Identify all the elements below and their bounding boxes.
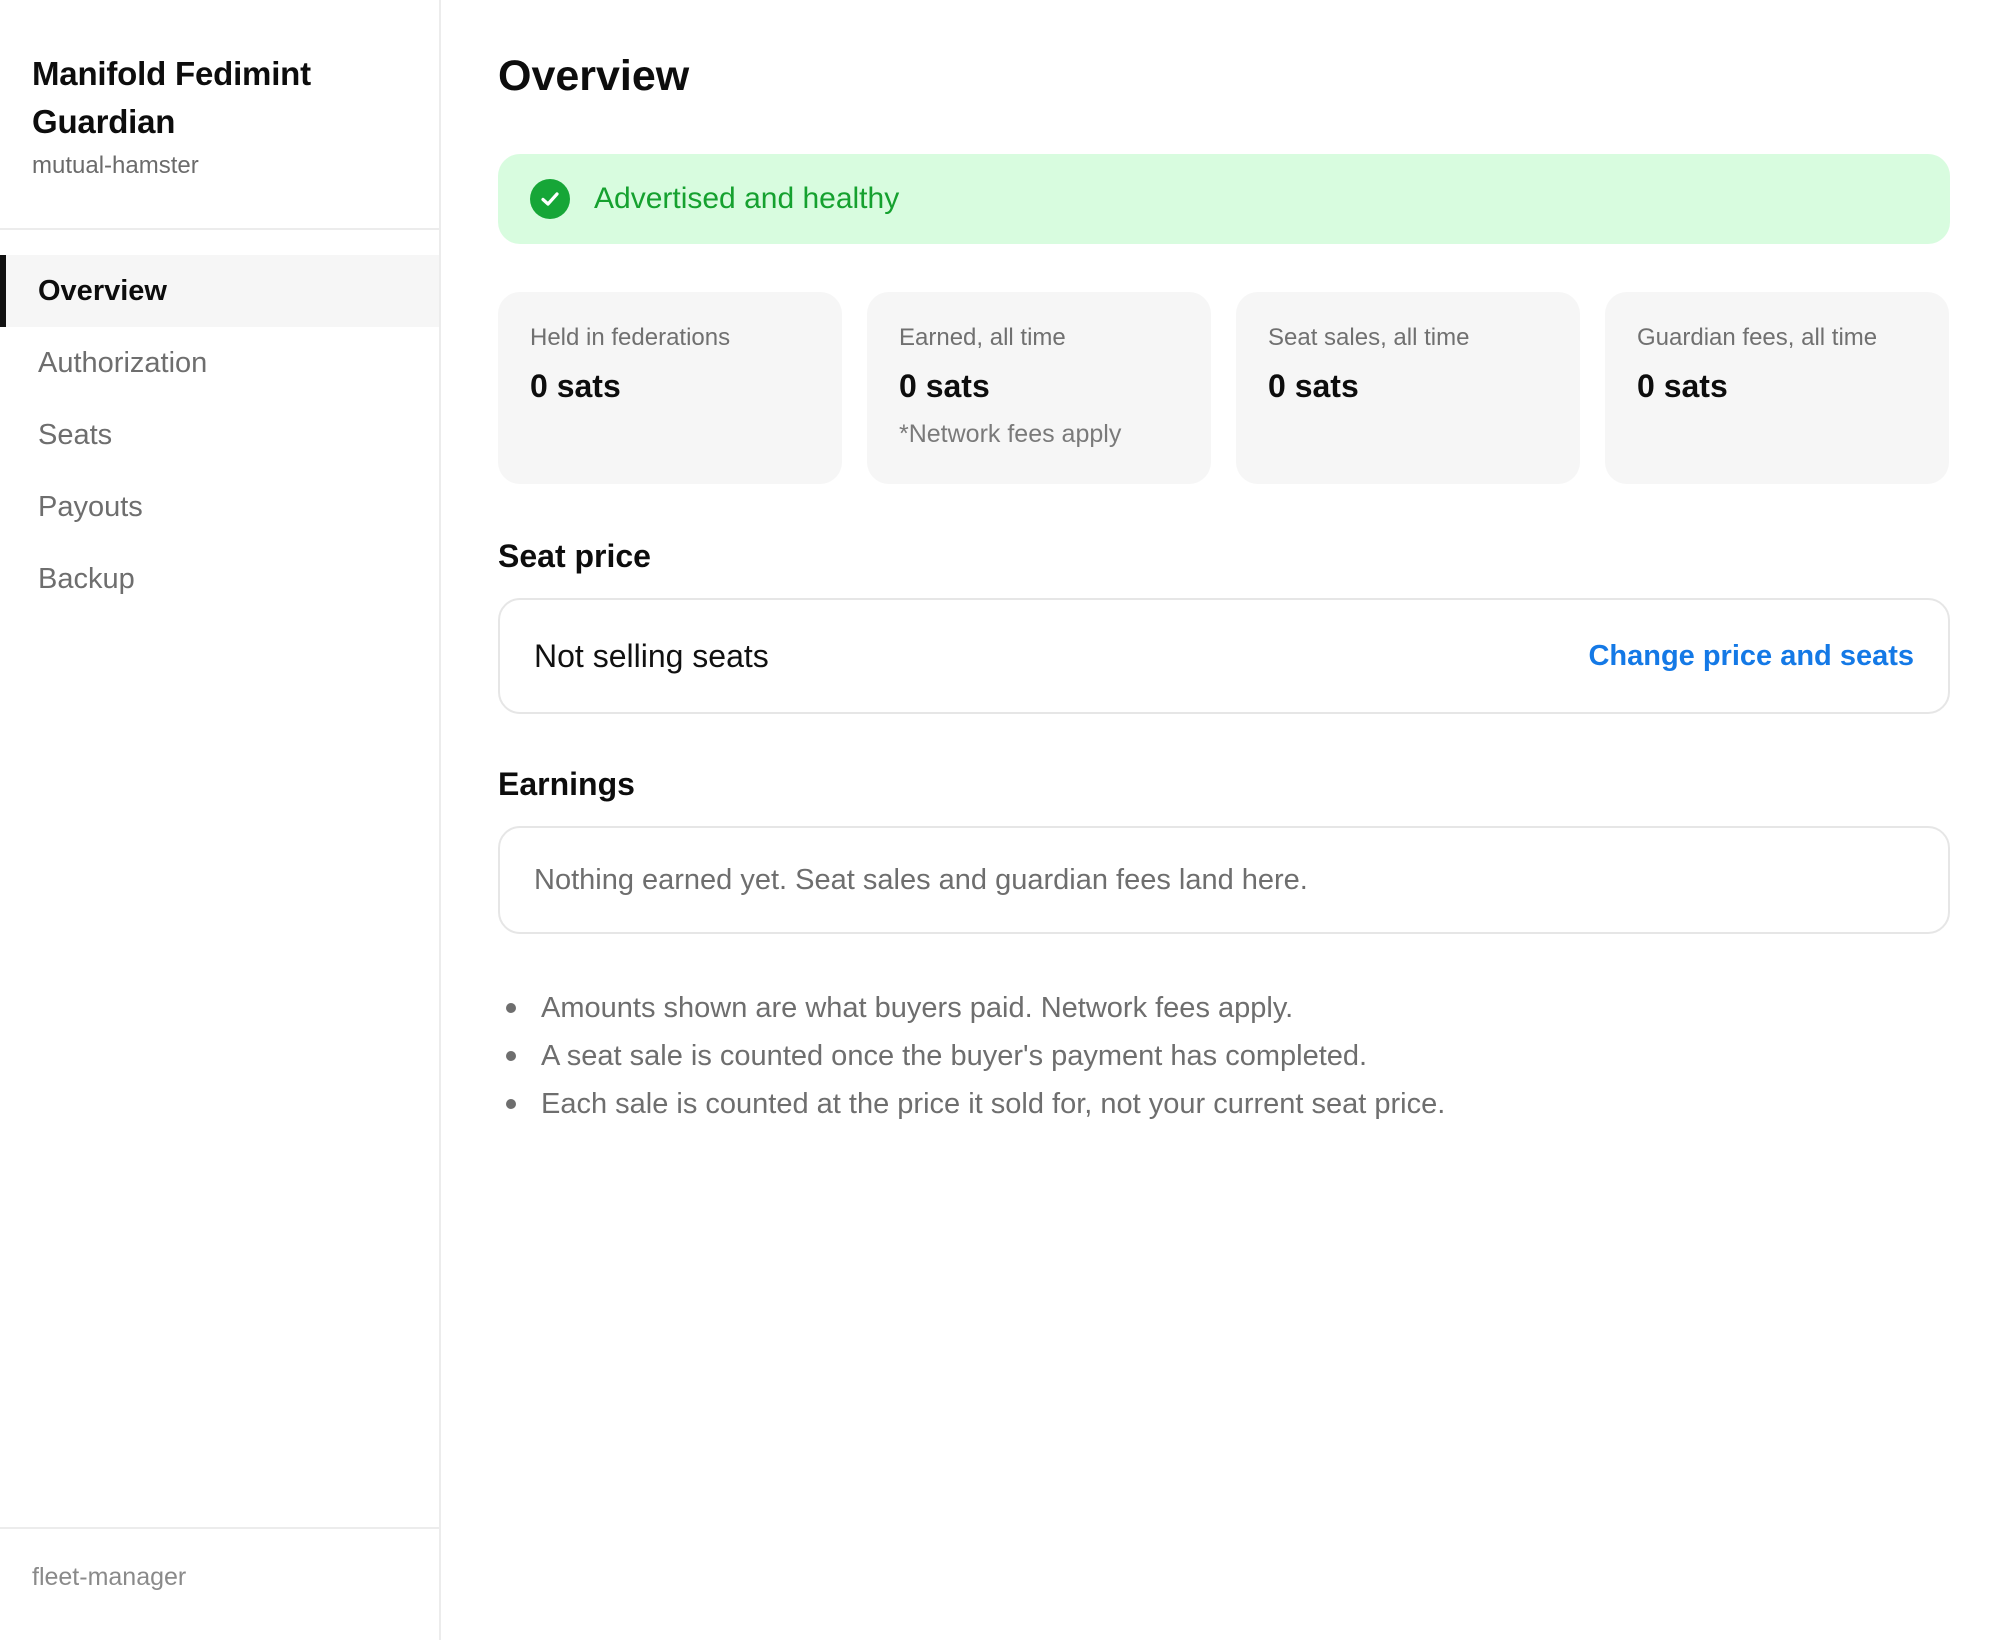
stats-row: Held in federations 0 sats Earned, all t… bbox=[498, 292, 1950, 484]
list-item: A seat sale is counted once the buyer's … bbox=[498, 1032, 2000, 1080]
stat-card-held: Held in federations 0 sats bbox=[498, 292, 842, 484]
stat-card-seat-sales: Seat sales, all time 0 sats bbox=[1236, 292, 1580, 484]
stat-label: Held in federations bbox=[530, 324, 731, 351]
check-mark-icon bbox=[541, 192, 559, 206]
seat-status: Not selling seats bbox=[534, 637, 769, 674]
sidebar-nav: Overview Authorization Seats Payouts Bac… bbox=[0, 255, 439, 615]
status-banner: Advertised and healthy bbox=[498, 154, 1950, 244]
check-circle-icon bbox=[530, 179, 570, 219]
stat-value: 0 sats bbox=[899, 368, 990, 404]
list-item: Each sale is counted at the price it sol… bbox=[498, 1080, 2000, 1128]
stat-label: Guardian fees, all time bbox=[1637, 324, 1878, 351]
stat-value: 0 sats bbox=[530, 368, 621, 404]
page-title: Overview bbox=[498, 52, 690, 100]
sidebar: Manifold Fedimint Guardian mutual-hamste… bbox=[0, 0, 441, 1640]
stat-value: 0 sats bbox=[1268, 368, 1359, 404]
brand-header: Manifold Fedimint Guardian mutual-hamste… bbox=[0, 0, 439, 230]
stat-value: 0 sats bbox=[1637, 368, 1728, 404]
sidebar-item-payouts[interactable]: Payouts bbox=[0, 471, 439, 543]
app-title: Manifold Fedimint Guardian bbox=[32, 55, 311, 140]
note-text: A seat sale is counted once the buyer's … bbox=[541, 1039, 1368, 1072]
sidebar-item-seats[interactable]: Seats bbox=[0, 399, 439, 471]
sidebar-item-backup[interactable]: Backup bbox=[0, 543, 439, 615]
sidebar-item-authorization[interactable]: Authorization bbox=[0, 327, 439, 399]
notes-list: Amounts shown are what buyers paid. Netw… bbox=[498, 984, 2000, 1128]
stat-card-earned: Earned, all time 0 sats *Network fees ap… bbox=[867, 292, 1211, 484]
bullet-icon bbox=[506, 1051, 516, 1061]
seat-price-card: Not selling seats Change price and seats bbox=[498, 598, 1950, 714]
stat-label: Seat sales, all time bbox=[1268, 324, 1470, 351]
earnings-heading: Earnings bbox=[498, 766, 635, 802]
note-text: Each sale is counted at the price it sol… bbox=[541, 1087, 1446, 1120]
stat-note: *Network fees apply bbox=[899, 420, 1122, 448]
seat-price-heading: Seat price bbox=[498, 538, 651, 574]
note-text: Amounts shown are what buyers paid. Netw… bbox=[541, 991, 1294, 1024]
earnings-empty-text: Nothing earned yet. Seat sales and guard… bbox=[534, 863, 1308, 896]
earnings-card: Nothing earned yet. Seat sales and guard… bbox=[498, 826, 1950, 934]
stat-label: Earned, all time bbox=[899, 324, 1066, 351]
bullet-icon bbox=[506, 1099, 516, 1109]
change-price-link[interactable]: Change price and seats bbox=[1588, 640, 1914, 673]
status-text: Advertised and healthy bbox=[594, 182, 900, 215]
app-window: Manifold Fedimint Guardian mutual-hamste… bbox=[0, 0, 2000, 1640]
list-item: Amounts shown are what buyers paid. Netw… bbox=[498, 984, 2000, 1032]
bullet-icon bbox=[506, 1003, 516, 1013]
main-content: Overview Advertised and healthy Held in … bbox=[441, 0, 2000, 1640]
instance-name: mutual-hamster bbox=[32, 152, 199, 179]
sidebar-item-overview[interactable]: Overview bbox=[0, 255, 439, 327]
stat-card-guardian-fees: Guardian fees, all time 0 sats bbox=[1605, 292, 1949, 484]
sidebar-footer: fleet-manager bbox=[0, 1527, 439, 1640]
